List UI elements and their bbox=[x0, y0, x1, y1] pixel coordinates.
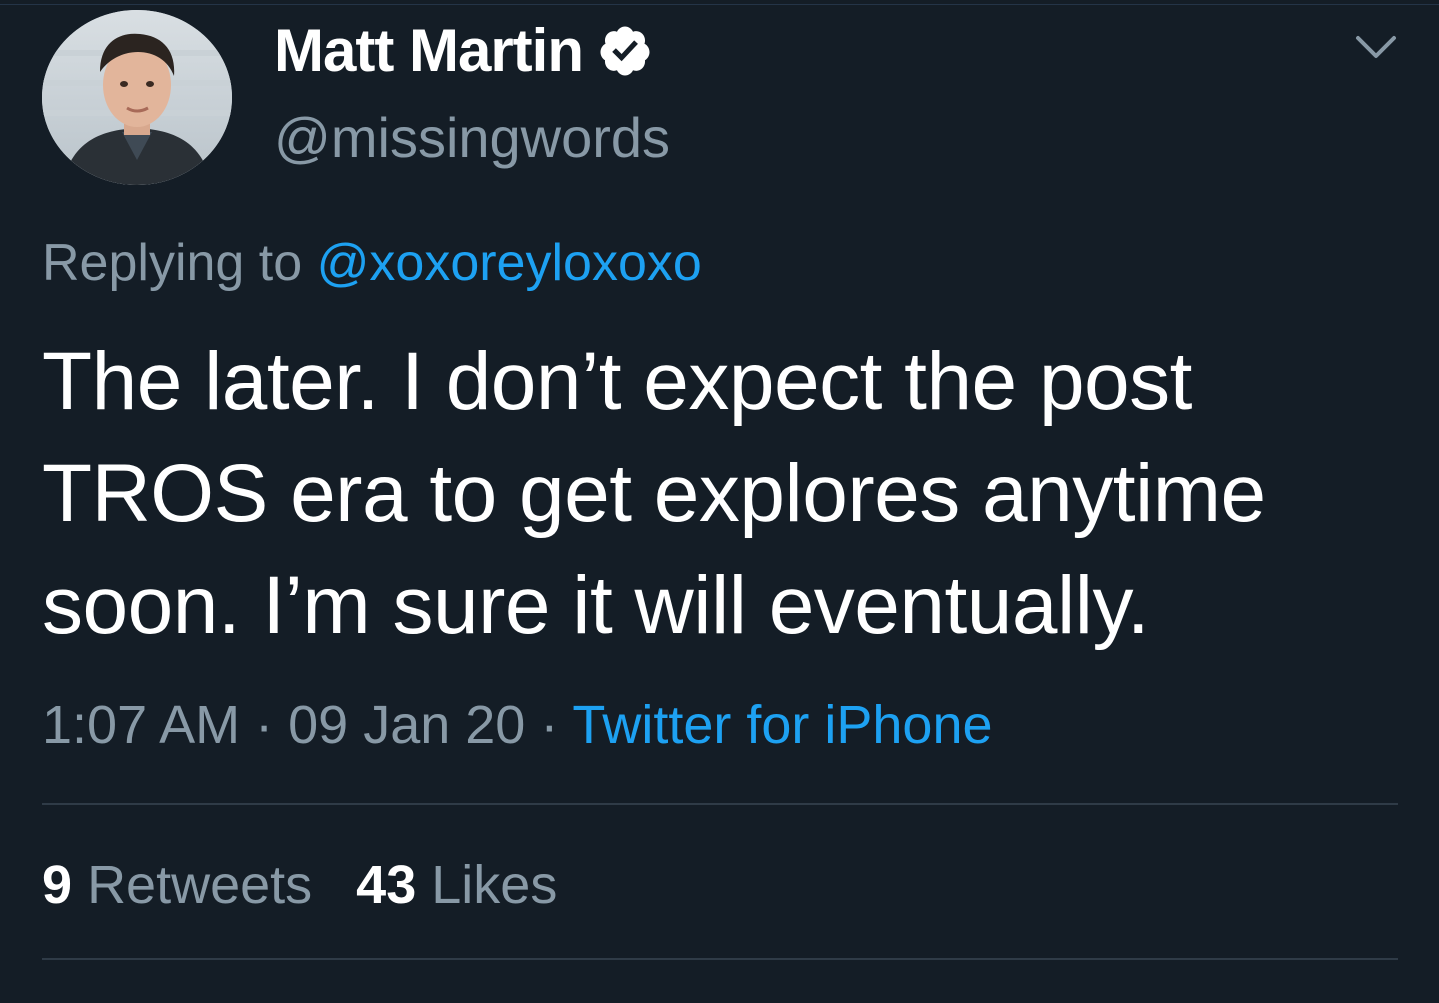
replying-prefix: Replying to bbox=[42, 234, 317, 292]
retweets-label: Retweets bbox=[87, 855, 313, 915]
likes-count: 43 bbox=[356, 855, 417, 915]
meta-separator: · bbox=[525, 695, 573, 755]
tweet-meta: 1:07 AM · 09 Jan 20 · Twitter for iPhone bbox=[42, 692, 993, 758]
display-name[interactable]: Matt Martin bbox=[274, 16, 653, 86]
top-divider bbox=[0, 4, 1439, 5]
handle[interactable]: @missingwords bbox=[274, 105, 670, 171]
tweet-date[interactable]: 09 Jan 20 bbox=[288, 695, 525, 755]
avatar[interactable] bbox=[42, 10, 232, 185]
chevron-down-icon[interactable] bbox=[1352, 28, 1400, 68]
tweet-stats: 9 Retweets 43 Likes bbox=[42, 852, 557, 918]
likes-label: Likes bbox=[431, 855, 558, 915]
divider bbox=[42, 803, 1398, 805]
tweet-time[interactable]: 1:07 AM bbox=[42, 695, 240, 755]
divider bbox=[42, 958, 1398, 960]
avatar-photo bbox=[42, 10, 232, 185]
meta-separator: · bbox=[240, 695, 289, 755]
retweets-count: 9 bbox=[42, 855, 73, 915]
reply-mention-link[interactable]: @xoxoreyloxoxo bbox=[317, 234, 702, 292]
retweets-stat[interactable]: 9 Retweets bbox=[42, 855, 312, 915]
replying-to: Replying to @xoxoreyloxoxo bbox=[42, 232, 702, 294]
verified-badge-icon bbox=[600, 26, 650, 76]
tweet-source-link[interactable]: Twitter for iPhone bbox=[572, 695, 992, 755]
tweet-text: The later. I don’t expect the post TROS … bbox=[42, 336, 1266, 651]
likes-stat[interactable]: 43 Likes bbox=[356, 855, 557, 915]
display-name-text: Matt Martin bbox=[274, 17, 584, 84]
